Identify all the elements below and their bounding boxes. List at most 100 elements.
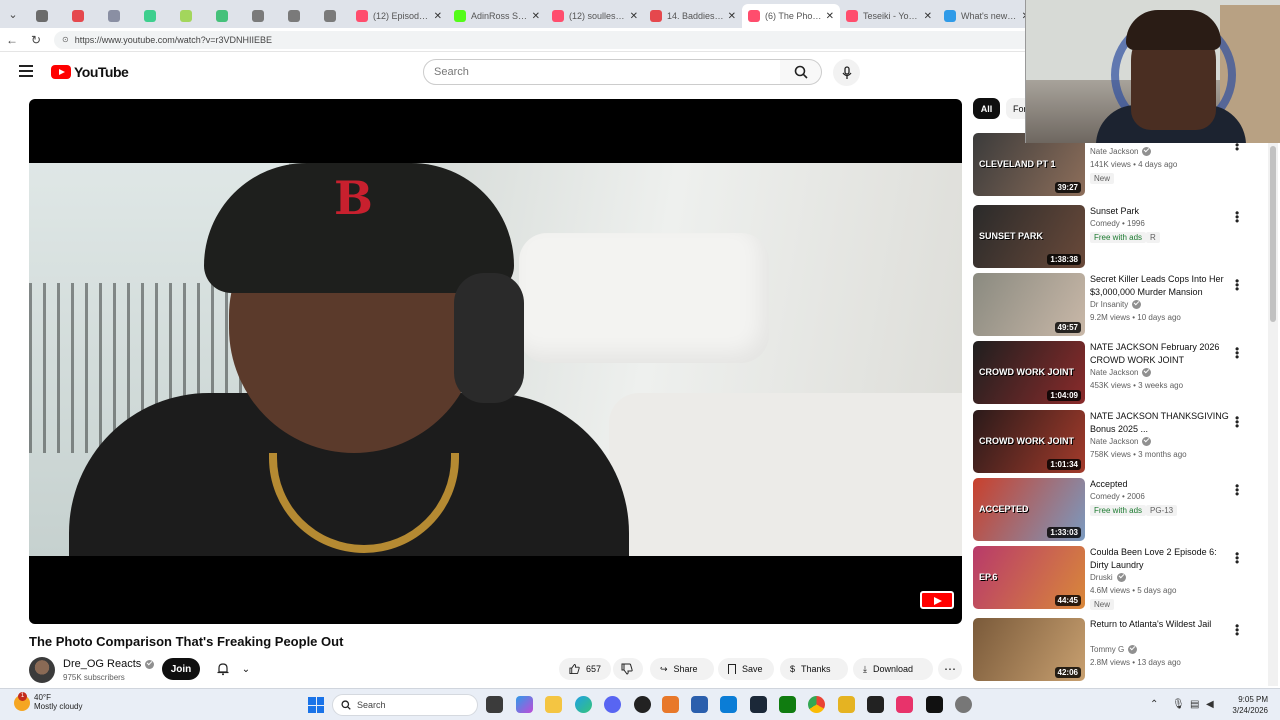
site-info-icon[interactable]: ⊙ (62, 35, 69, 44)
pinned-tab[interactable] (62, 4, 98, 28)
copilot-icon[interactable] (516, 696, 533, 713)
pinned-tab[interactable] (242, 4, 278, 28)
recommendation-thumbnail[interactable]: 42:06 (973, 618, 1085, 681)
tray-volume-icon[interactable]: ◀ (1206, 699, 1214, 710)
recommendation-channel[interactable]: Druski (1090, 573, 1126, 582)
join-button[interactable]: Join (162, 658, 200, 680)
voice-search-button[interactable] (833, 59, 860, 86)
tab-close-icon[interactable]: ✕ (532, 11, 540, 22)
browser-tab[interactable]: 14. Baddies USA ✕ (644, 4, 742, 28)
settings-gear-icon[interactable] (955, 696, 972, 713)
recommendation-thumbnail[interactable]: CROWD WORK JOINT 1:01:34 (973, 410, 1085, 473)
youtube-logo[interactable]: YouTube (51, 64, 129, 80)
reload-icon[interactable]: ↻ (24, 33, 48, 47)
windows-start-icon[interactable] (308, 697, 324, 713)
recommendation-channel[interactable]: Tommy G (1090, 645, 1138, 654)
recommendation-thumbnail[interactable]: SUNSET PARK 1:38:38 (973, 205, 1085, 268)
outlook-icon[interactable] (720, 696, 737, 713)
recommendation-menu-icon[interactable]: ••• (1235, 412, 1239, 432)
search-button[interactable] (780, 59, 822, 85)
app-icon-pink[interactable] (896, 696, 913, 713)
chrome-icon[interactable] (808, 696, 825, 713)
dislike-button[interactable] (613, 658, 643, 680)
app-icon-blue[interactable] (691, 696, 708, 713)
recommendation-item[interactable]: 49:57 Secret Killer Leads Cops Into Her $… (973, 273, 1273, 337)
discord-icon[interactable] (604, 696, 621, 713)
rockstar-icon[interactable] (838, 696, 855, 713)
recommendation-menu-icon[interactable]: ••• (1235, 620, 1239, 640)
url-field[interactable]: ⊙ https://www.youtube.com/watch?v=r3VDNH… (54, 30, 1034, 49)
pinned-tab[interactable] (170, 4, 206, 28)
video-player[interactable]: B (29, 99, 962, 624)
pinned-tab[interactable] (206, 4, 242, 28)
browser-tab[interactable]: (12) Episode 1.1: ✕ (350, 4, 448, 28)
share-button[interactable]: ↪ Share (650, 658, 714, 680)
recommendation-thumbnail[interactable]: EP.6 44:45 (973, 546, 1085, 609)
download-button[interactable]: ⤓ Download (853, 658, 933, 680)
tab-close-icon[interactable]: ✕ (826, 11, 834, 22)
task-view-icon[interactable] (486, 696, 503, 713)
tab-close-icon[interactable]: ✕ (630, 11, 638, 22)
recommendation-menu-icon[interactable]: ••• (1235, 548, 1239, 568)
app-icon-orange[interactable] (662, 696, 679, 713)
recommendation-title[interactable]: NATE JACKSON THANKSGIVING Bonus 2025 ... (1090, 410, 1230, 436)
recommendation-title[interactable]: Accepted (1090, 478, 1230, 491)
taskbar-clock[interactable]: 9:05 PM 3/24/2026 (1222, 694, 1268, 716)
thanks-button[interactable]: $ Thanks (780, 658, 848, 680)
pinned-tab[interactable] (278, 4, 314, 28)
browser-tab[interactable]: (6) The Photo Co ✕ (742, 4, 840, 28)
recommendation-item[interactable]: 42:06 Return to Atlanta's Wildest Jail Tom… (973, 618, 1273, 682)
recommendation-title[interactable]: Return to Atlanta's Wildest Jail (1090, 618, 1230, 631)
weather-widget[interactable]: 1 40°F Mostly cloudy (14, 692, 82, 711)
recommendation-title[interactable]: Secret Killer Leads Cops Into Her $3,000… (1090, 273, 1230, 299)
tab-search-chevron-icon[interactable]: ⌄ (0, 0, 26, 28)
scrollbar-thumb[interactable] (1270, 146, 1276, 322)
recommendation-menu-icon[interactable]: ••• (1235, 275, 1239, 295)
like-button[interactable]: 657 (559, 658, 611, 680)
pinned-tab[interactable] (314, 4, 350, 28)
tray-network-icon[interactable]: ▤ (1190, 699, 1199, 710)
hamburger-menu-icon[interactable] (19, 65, 33, 77)
recommendation-item[interactable]: CROWD WORK JOINT 1:01:34 NATE JACKSON THAN… (973, 410, 1273, 474)
browser-tab[interactable]: Teseiki - YouTub ✕ (840, 4, 938, 28)
recommendation-item[interactable]: CROWD WORK JOINT 1:04:09 NATE JACKSON Febr… (973, 341, 1273, 405)
save-button[interactable]: Save (718, 658, 774, 680)
browser-tab[interactable]: (12) soulless jay ✕ (546, 4, 644, 28)
recommendation-channel[interactable]: Nate Jackson (1090, 437, 1152, 446)
more-actions-icon[interactable]: ⋯ (938, 658, 962, 680)
chip-all[interactable]: All (973, 98, 1000, 119)
recommendation-thumbnail[interactable]: CROWD WORK JOINT 1:04:09 (973, 341, 1085, 404)
recommendation-thumbnail[interactable]: ACCEPTED 1:33:03 (973, 478, 1085, 541)
recommendation-menu-icon[interactable]: ••• (1235, 343, 1239, 363)
tab-close-icon[interactable]: ✕ (434, 11, 442, 22)
pinned-tab[interactable] (26, 4, 62, 28)
app-icon-dark[interactable] (867, 696, 884, 713)
pinned-tab[interactable] (98, 4, 134, 28)
youtube-watermark-icon[interactable] (920, 591, 954, 609)
recommendation-menu-icon[interactable]: ••• (1235, 207, 1239, 227)
tray-microphone-icon[interactable]: 🎙 (1172, 699, 1185, 710)
recommendation-title[interactable]: Coulda Been Love 2 Episode 6: Dirty Laun… (1090, 546, 1230, 572)
browser-tab[interactable]: What's new in M✕ (938, 4, 1036, 28)
recommendation-item[interactable]: SUNSET PARK 1:38:38 Sunset Park Comedy • 19… (973, 205, 1273, 269)
pinned-tab[interactable] (134, 4, 170, 28)
recommendation-item[interactable]: ACCEPTED 1:33:03 Accepted Comedy • 2006 Free… (973, 478, 1273, 542)
search-input[interactable]: Search (423, 59, 781, 85)
recommendation-thumbnail[interactable]: 49:57 (973, 273, 1085, 336)
subscription-bell-button[interactable]: ⌄ (210, 658, 256, 680)
recommendation-channel[interactable]: Comedy • 1996 (1090, 219, 1145, 228)
recommendation-channel[interactable]: Dr Insanity (1090, 300, 1142, 309)
recommendation-channel[interactable]: Nate Jackson (1090, 147, 1152, 156)
file-explorer-icon[interactable] (545, 696, 562, 713)
steam-icon[interactable] (750, 696, 767, 713)
tray-chevron-up-icon[interactable]: ⌃ (1150, 699, 1158, 710)
recommendation-item[interactable]: EP.6 44:45 Coulda Been Love 2 Episode 6: D… (973, 546, 1273, 610)
recommendation-menu-icon[interactable]: ••• (1235, 480, 1239, 500)
recommendation-channel[interactable]: Comedy • 2006 (1090, 492, 1145, 501)
back-arrow-icon[interactable]: ← (0, 33, 24, 47)
obs-icon[interactable] (634, 696, 651, 713)
tiktok-icon[interactable] (926, 696, 943, 713)
tab-close-icon[interactable]: ✕ (924, 11, 932, 22)
channel-avatar[interactable] (29, 657, 55, 683)
recommendation-title[interactable]: Sunset Park (1090, 205, 1230, 218)
